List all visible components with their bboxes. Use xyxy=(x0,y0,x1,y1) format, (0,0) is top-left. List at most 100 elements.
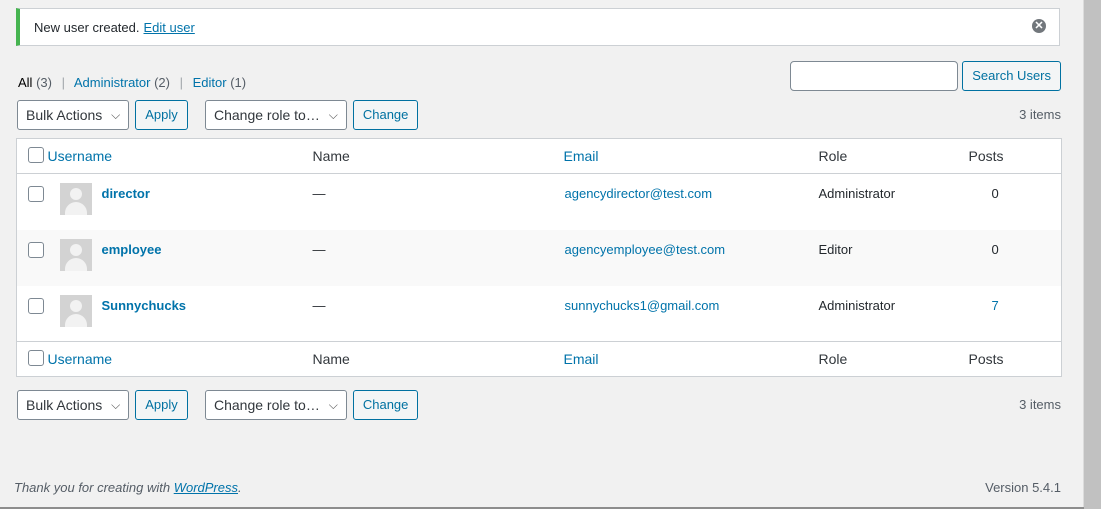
avatar xyxy=(59,183,92,215)
separator: | xyxy=(61,75,65,90)
column-role-label: Role xyxy=(818,148,848,164)
footer-thanks: Thank you for creating with WordPress. xyxy=(14,480,242,495)
change-role-group: Change role to… ⌵ Change xyxy=(205,390,419,420)
table-footer-row: Username Name Email Role Posts xyxy=(16,341,1062,377)
name-cell: — xyxy=(312,186,326,201)
footer-thanks-suffix: . xyxy=(238,480,242,495)
role-cell: Editor xyxy=(818,241,853,257)
email-link[interactable]: agencydirector@test.com xyxy=(565,186,713,201)
apply-button[interactable]: Apply xyxy=(135,390,188,420)
bulk-actions-group: Bulk Actions ⌵ Apply xyxy=(17,390,188,420)
column-username-label: Username xyxy=(47,148,113,164)
email-link[interactable]: agencyemployee@test.com xyxy=(565,242,726,257)
username-link[interactable]: employee xyxy=(102,242,162,257)
change-role-select[interactable]: Change role to… ⌵ xyxy=(205,100,347,130)
name-cell: — xyxy=(312,297,326,313)
bulk-actions-label: Bulk Actions xyxy=(26,107,103,123)
select-all-checkbox[interactable] xyxy=(28,146,44,163)
apply-button[interactable]: Apply xyxy=(135,100,188,130)
table-row: director — agencydirector@test.com Admin… xyxy=(17,174,1062,230)
tablenav-top: Bulk Actions ⌵ Apply Change role to… ⌵ Cha… xyxy=(17,100,1061,130)
wordpress-link[interactable]: WordPress xyxy=(174,480,238,495)
view-editor[interactable]: Editor xyxy=(193,75,227,90)
search-users-button[interactable]: Search Users xyxy=(962,61,1061,91)
username-cell: employee xyxy=(48,230,313,286)
role-filter-views: All (3) | Administrator (2) | Editor (1) xyxy=(18,75,246,90)
edit-user-link[interactable]: Edit user xyxy=(144,20,195,35)
name-cell: — xyxy=(312,241,326,257)
row-checkbox[interactable] xyxy=(28,241,44,258)
view-all-label: All xyxy=(18,75,33,90)
column-role: Role xyxy=(819,342,969,377)
notice-message: New user created. Edit user xyxy=(34,20,195,35)
column-posts: Posts xyxy=(969,342,1062,377)
item-count: 3 items xyxy=(1019,397,1061,412)
column-role: Role xyxy=(819,139,969,174)
table-row: Sunnychucks — sunnychucks1@gmail.com Adm… xyxy=(17,286,1062,342)
change-button[interactable]: Change xyxy=(352,100,419,130)
column-posts: Posts xyxy=(969,139,1062,174)
row-checkbox-cell xyxy=(17,230,48,286)
username-link[interactable]: Sunnychucks xyxy=(102,298,187,313)
row-checkbox-cell xyxy=(17,174,48,230)
chevron-down-icon: ⌵ xyxy=(111,398,121,412)
select-all-cell xyxy=(17,139,48,174)
chevron-down-icon: ⌵ xyxy=(328,108,338,122)
email-cell: agencyemployee@test.com xyxy=(564,230,819,286)
row-checkbox-cell xyxy=(17,286,48,342)
notice-text: New user created. xyxy=(34,20,140,35)
table-header-row: Username Name Email Role Posts xyxy=(16,139,1062,174)
role-cell: Administrator xyxy=(818,186,896,201)
vertical-scrollbar[interactable] xyxy=(1083,0,1101,509)
username-cell: Sunnychucks xyxy=(48,286,313,342)
avatar xyxy=(59,294,92,327)
chevron-down-icon: ⌵ xyxy=(111,108,121,122)
footer-version: Version 5.4.1 xyxy=(985,480,1061,495)
column-role-label: Role xyxy=(818,351,848,367)
column-posts-label: Posts xyxy=(968,148,1004,164)
column-name-label: Name xyxy=(312,351,350,367)
dismiss-icon[interactable]: ✕ xyxy=(1032,19,1046,33)
column-name: Name xyxy=(313,139,564,174)
view-editor-label: Editor xyxy=(192,75,227,90)
posts-cell: 0 xyxy=(991,186,999,201)
column-username-label: Username xyxy=(47,351,113,367)
item-count: 3 items xyxy=(1019,107,1061,122)
view-all[interactable]: All xyxy=(18,75,32,90)
column-email[interactable]: Email xyxy=(564,342,819,377)
posts-link[interactable]: 7 xyxy=(992,298,999,313)
search-box: Search Users xyxy=(790,61,1061,91)
bulk-actions-select[interactable]: Bulk Actions ⌵ xyxy=(17,100,130,130)
email-link[interactable]: sunnychucks1@gmail.com xyxy=(565,298,720,313)
change-role-label: Change role to… xyxy=(214,397,320,413)
email-cell: sunnychucks1@gmail.com xyxy=(564,286,819,342)
username-cell: director xyxy=(48,174,313,230)
view-editor-count: (1) xyxy=(230,75,247,90)
change-role-group: Change role to… ⌵ Change xyxy=(205,100,419,130)
bulk-actions-group: Bulk Actions ⌵ Apply xyxy=(17,100,188,130)
users-table: Username Name Email Role Posts director … xyxy=(16,138,1062,377)
view-administrator-count: (2) xyxy=(154,75,170,90)
row-checkbox[interactable] xyxy=(28,186,44,202)
select-all-checkbox[interactable] xyxy=(28,349,44,366)
success-notice: New user created. Edit user ✕ xyxy=(16,8,1060,46)
separator: | xyxy=(179,75,183,90)
search-input[interactable] xyxy=(790,61,959,91)
column-username[interactable]: Username xyxy=(48,139,313,174)
column-name: Name xyxy=(313,342,564,377)
change-button[interactable]: Change xyxy=(352,390,419,420)
bulk-actions-select[interactable]: Bulk Actions ⌵ xyxy=(17,390,130,420)
column-email-label: Email xyxy=(563,148,599,164)
row-checkbox[interactable] xyxy=(28,297,44,314)
column-email[interactable]: Email xyxy=(564,139,819,174)
role-cell: Administrator xyxy=(818,297,896,313)
select-all-cell xyxy=(17,342,48,377)
column-name-label: Name xyxy=(312,148,350,164)
chevron-down-icon: ⌵ xyxy=(328,398,338,412)
view-administrator[interactable]: Administrator xyxy=(74,75,151,90)
change-role-label: Change role to… xyxy=(214,107,320,123)
change-role-select[interactable]: Change role to… ⌵ xyxy=(205,390,347,420)
bulk-actions-label: Bulk Actions xyxy=(26,397,103,413)
username-link[interactable]: director xyxy=(102,186,150,201)
column-username[interactable]: Username xyxy=(48,342,313,377)
